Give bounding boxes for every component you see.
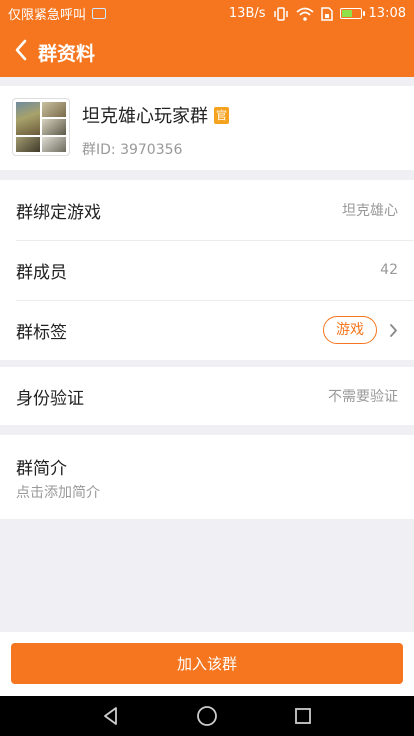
row-label: 身份验证	[16, 388, 84, 409]
avatar-tile	[42, 102, 66, 118]
image-icon	[92, 8, 107, 19]
row-label: 群标签	[16, 322, 67, 343]
group-name: 坦克雄心玩家群 官	[82, 102, 229, 128]
row-label: 群成员	[16, 262, 67, 283]
intro-placeholder[interactable]: 点击添加简介	[16, 482, 100, 502]
nav-home-icon[interactable]	[194, 703, 220, 729]
verification-card: 身份验证 不需要验证	[0, 367, 414, 425]
nav-recents-icon[interactable]	[290, 703, 316, 729]
official-badge: 官	[214, 106, 229, 124]
join-group-button[interactable]: 加入该群	[11, 643, 403, 684]
wifi-icon	[295, 7, 314, 21]
row-value: 42	[380, 262, 398, 278]
group-info-list: 群绑定游戏 坦克雄心 群成员 42 群标签 游戏	[0, 180, 414, 360]
intro-title: 群简介	[16, 459, 67, 479]
group-id: 群ID: 3970356	[82, 142, 183, 158]
page-title: 群资料	[38, 42, 96, 65]
carrier-text: 仅限紧急呼叫	[8, 8, 87, 23]
status-bar: 仅限紧急呼叫 13B/s 13:08	[0, 0, 414, 27]
tag-pill[interactable]: 游戏	[323, 316, 377, 344]
status-time: 13:08	[368, 6, 406, 21]
chevron-right-icon	[389, 323, 398, 338]
group-name-text: 坦克雄心玩家群	[82, 106, 208, 127]
avatar-tile	[16, 136, 40, 152]
nav-back-icon[interactable]	[98, 703, 124, 729]
chevron-left-icon	[14, 39, 28, 65]
row-value: 坦克雄心	[342, 203, 398, 219]
top-bar: 群资料	[0, 27, 414, 77]
row-label: 群绑定游戏	[16, 202, 101, 223]
battery-icon	[339, 8, 365, 19]
row-tags[interactable]: 群标签 游戏	[0, 300, 414, 360]
status-right: 13B/s 13:08	[229, 6, 406, 21]
back-button[interactable]	[4, 27, 38, 77]
system-nav-bar	[0, 696, 414, 736]
row-verification[interactable]: 身份验证 不需要验证	[0, 367, 414, 425]
sim-icon	[320, 6, 333, 21]
avatar-tile	[42, 136, 66, 152]
row-value: 不需要验证	[328, 389, 398, 405]
group-avatar[interactable]	[12, 98, 70, 156]
row-members[interactable]: 群成员 42	[0, 240, 414, 300]
avatar-tile	[16, 102, 40, 135]
status-left: 仅限紧急呼叫	[8, 4, 107, 23]
row-bound-game[interactable]: 群绑定游戏 坦克雄心	[0, 180, 414, 240]
vibrate-icon	[273, 6, 289, 21]
net-speed: 13B/s	[228, 6, 266, 21]
avatar-tile	[42, 119, 66, 135]
